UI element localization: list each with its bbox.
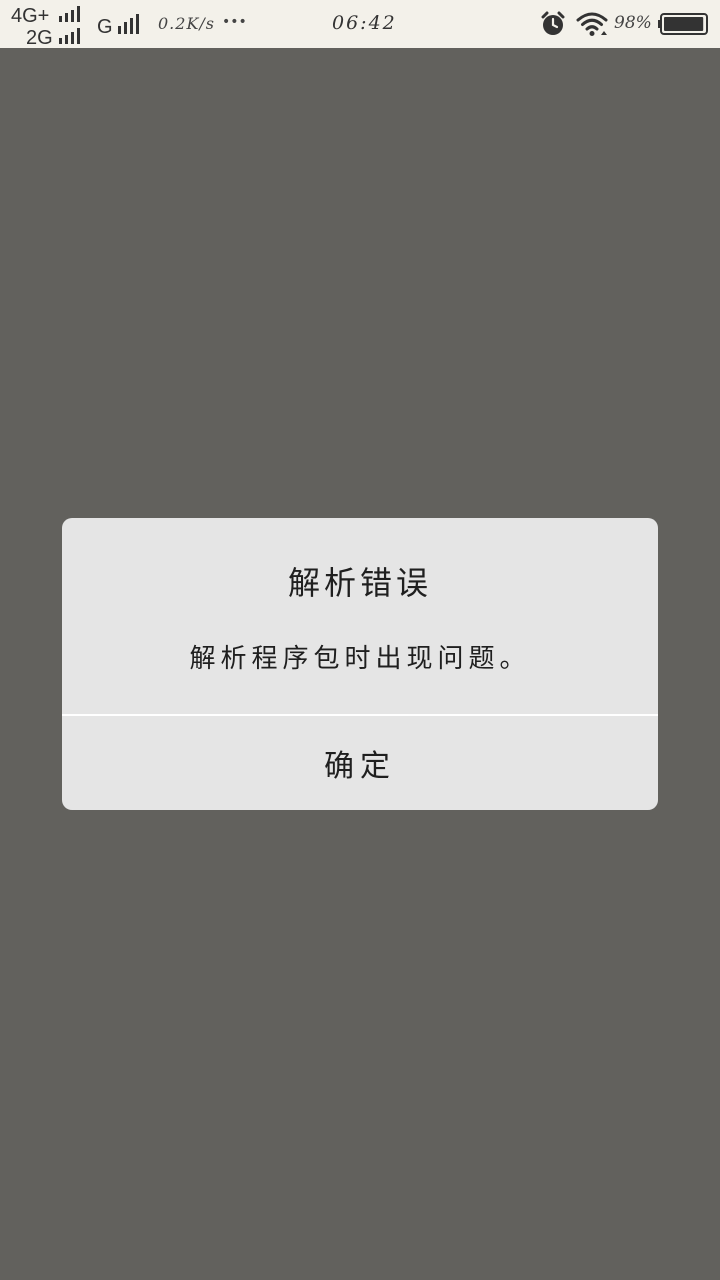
sim2-network-label: 2G (26, 27, 53, 49)
wifi-icon (576, 12, 608, 36)
alarm-clock-icon (541, 11, 565, 35)
network-type-label: G (97, 16, 113, 38)
dialog-message: 解析程序包时出现问题。 (189, 644, 531, 674)
confirm-button[interactable]: 确定 (62, 716, 658, 810)
network-speed: 0.2K/s (158, 14, 215, 33)
sim1-network-label: 4G+ (11, 5, 50, 27)
battery-icon (658, 13, 708, 35)
sim2-signal-icon (59, 28, 80, 44)
signal-strength-icon (118, 14, 139, 34)
more-notifications-indicator: ••• (222, 14, 247, 30)
battery-percentage: 98% (614, 13, 652, 33)
status-bar: 4G+ 2G G 0.2K/s ••• 06:42 98% (0, 0, 720, 48)
sim1-signal-icon (59, 6, 80, 22)
status-time: 06:42 (332, 12, 397, 34)
parse-error-dialog: 解析错误 解析程序包时出现问题。 确定 (62, 518, 658, 810)
dialog-title: 解析错误 (287, 564, 432, 602)
